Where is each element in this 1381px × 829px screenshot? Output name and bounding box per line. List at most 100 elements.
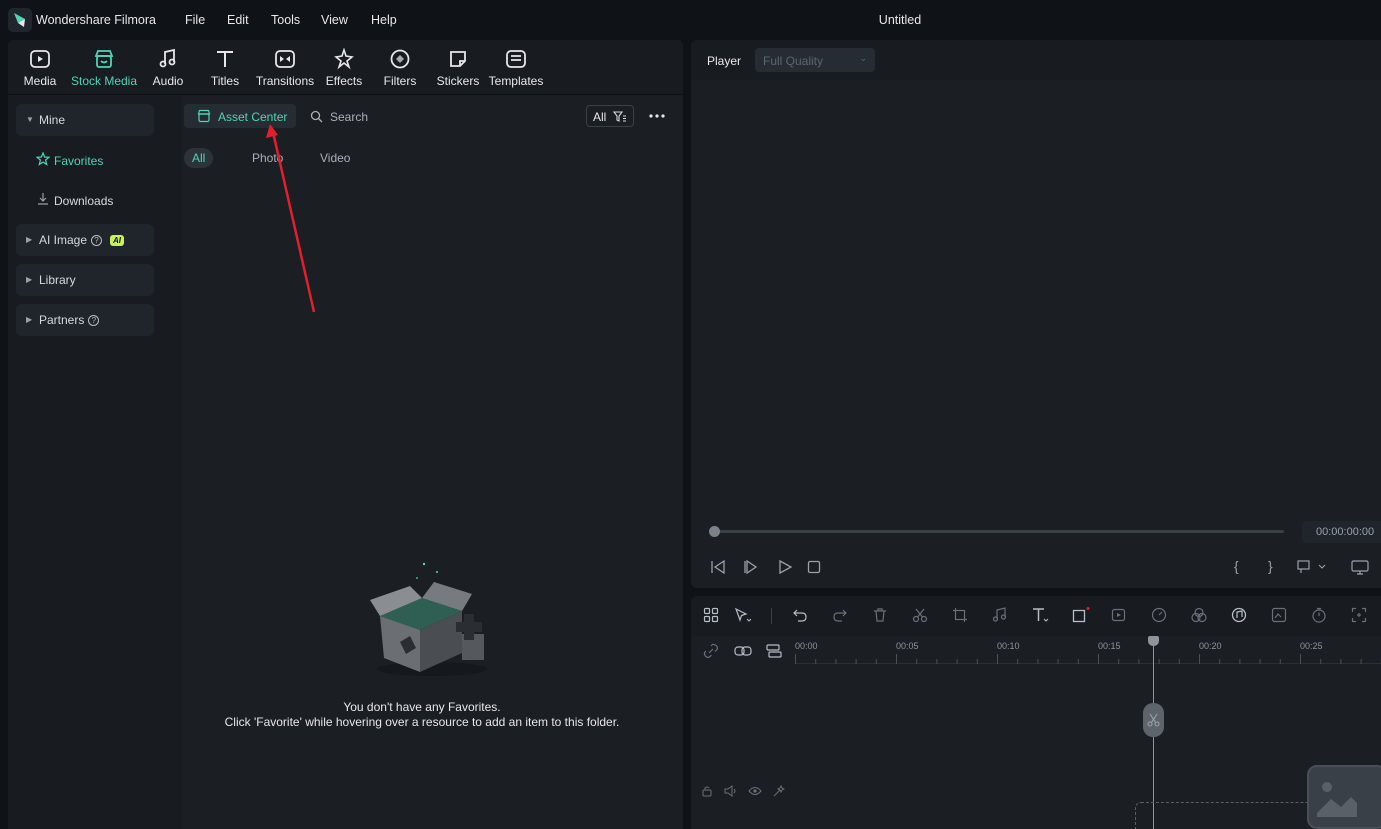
auto-reframe-icon[interactable] xyxy=(1351,607,1367,623)
window-title: Untitled xyxy=(878,13,922,27)
caret-down-icon: ▼ xyxy=(26,115,34,124)
tab-audio[interactable]: Audio xyxy=(150,46,186,92)
video-effect-icon[interactable] xyxy=(1111,607,1129,623)
chip-all[interactable]: All xyxy=(184,148,214,168)
speed-icon[interactable] xyxy=(1151,607,1169,623)
menu-help[interactable]: Help xyxy=(371,13,397,27)
sidebar-item-ai-image[interactable]: ▶ AI Image? AI xyxy=(16,224,154,256)
cut-icon[interactable] xyxy=(912,607,928,623)
text-tool-icon[interactable] xyxy=(1031,607,1049,623)
filter-dropdown[interactable]: All xyxy=(586,105,634,127)
player-label: Player xyxy=(707,54,742,68)
tab-stickers[interactable]: Stickers xyxy=(436,46,480,92)
tick-label: 00:00 xyxy=(795,641,818,651)
track-settings-icon[interactable] xyxy=(766,644,782,658)
sidebar-item-mine[interactable]: ▼ Mine xyxy=(16,104,154,136)
next-frame-icon[interactable] xyxy=(743,559,759,575)
ai-audio-icon[interactable] xyxy=(1231,607,1249,623)
timer-icon[interactable] xyxy=(1311,607,1327,623)
stop-icon[interactable] xyxy=(807,560,821,574)
timeline-ruler[interactable]: 00:00 00:05 00:10 00:15 00:20 00:25 xyxy=(691,636,1381,666)
delete-icon[interactable] xyxy=(872,607,888,623)
tab-titles[interactable]: Titles xyxy=(207,46,243,92)
stock-media-sidebar: ▼ Mine Favorites Downloads ▶ AI Image? AI… xyxy=(8,96,182,829)
media-icon xyxy=(30,50,50,68)
menu-edit[interactable]: Edit xyxy=(227,13,249,27)
menu-file[interactable]: File xyxy=(185,13,205,27)
tab-media[interactable]: Media xyxy=(20,46,60,92)
playhead-split-button[interactable] xyxy=(1143,703,1164,737)
tick-label: 00:20 xyxy=(1199,641,1222,651)
sidebar-item-library[interactable]: ▶ Library xyxy=(16,264,154,296)
tab-transitions[interactable]: Transitions xyxy=(254,46,316,92)
tab-templates[interactable]: Templates xyxy=(488,46,544,92)
filter-icon xyxy=(613,111,626,122)
star-icon xyxy=(36,152,50,166)
transitions-icon xyxy=(275,50,295,68)
search-input[interactable]: Search xyxy=(308,106,508,128)
audio-icon xyxy=(159,48,176,68)
menu-tools[interactable]: Tools xyxy=(271,13,300,27)
eye-icon[interactable] xyxy=(748,786,762,796)
player-panel: Player Full Quality ⌄ 00:00:00:00 { } xyxy=(691,40,1381,588)
scissors-icon xyxy=(1147,713,1160,727)
mark-in-icon[interactable]: { xyxy=(1234,558,1239,574)
lock-track-icon[interactable] xyxy=(701,785,713,797)
tick-label: 00:15 xyxy=(1098,641,1121,651)
store-icon xyxy=(197,109,211,123)
chevron-down-icon: ⌄ xyxy=(859,53,867,63)
play-icon[interactable] xyxy=(777,559,793,575)
tick-label: 00:05 xyxy=(896,641,919,651)
image-placeholder-icon xyxy=(1317,782,1357,817)
previous-frame-icon[interactable] xyxy=(710,559,726,575)
caret-right-icon: ▶ xyxy=(26,275,33,284)
title-bar: Wondershare Filmora File Edit Tools View… xyxy=(0,0,1381,40)
sidebar-item-partners[interactable]: ▶ Partners? xyxy=(16,304,154,336)
redo-icon[interactable] xyxy=(832,607,848,623)
media-toolbar: Media Stock Media Audio Titles Transitio… xyxy=(8,40,683,95)
stickers-icon xyxy=(450,51,466,67)
more-options-icon[interactable] xyxy=(646,106,668,126)
help-icon[interactable]: ? xyxy=(88,315,100,327)
track-effect-icon[interactable] xyxy=(772,785,785,797)
tab-effects[interactable]: Effects xyxy=(324,46,364,92)
menu-view[interactable]: View xyxy=(321,13,348,27)
help-icon[interactable]: ? xyxy=(91,235,103,247)
sidebar-item-favorites[interactable]: Favorites xyxy=(16,144,154,176)
marker-icon[interactable] xyxy=(1297,560,1327,574)
filmora-logo-icon xyxy=(8,8,32,32)
annotation-arrow xyxy=(266,124,316,313)
volume-icon[interactable] xyxy=(724,785,738,797)
mark-out-icon[interactable]: } xyxy=(1268,558,1273,574)
undo-icon[interactable] xyxy=(792,607,808,623)
templates-icon xyxy=(506,50,526,68)
partners-label: Partners xyxy=(39,313,85,327)
timecode-display: 00:00:00:00 xyxy=(1302,521,1381,543)
tab-stock-media[interactable]: Stock Media xyxy=(70,46,138,92)
sidebar-item-downloads[interactable]: Downloads xyxy=(16,184,154,216)
toolbar-divider xyxy=(771,608,772,624)
app-name: Wondershare Filmora xyxy=(36,13,156,27)
scrub-handle[interactable] xyxy=(709,526,720,537)
audio-edit-icon[interactable] xyxy=(991,607,1009,623)
playhead-handle[interactable] xyxy=(1148,636,1159,646)
select-tool-icon[interactable] xyxy=(734,607,752,623)
scrub-track[interactable] xyxy=(713,530,1284,533)
empty-state-hint: Click 'Favorite' while hovering over a r… xyxy=(224,715,620,729)
ruler-ticks xyxy=(795,654,1381,664)
unlink-icon[interactable] xyxy=(703,643,719,659)
link-icon[interactable] xyxy=(734,644,752,658)
player-header: Player Full Quality ⌄ xyxy=(691,40,1381,80)
ai-image-edit-icon[interactable] xyxy=(1271,607,1289,623)
crop-icon[interactable] xyxy=(952,607,968,623)
preview-area xyxy=(691,80,1381,510)
shape-tool-icon[interactable] xyxy=(1072,607,1090,623)
display-settings-icon[interactable] xyxy=(1351,560,1369,575)
media-panel: Media Stock Media Audio Titles Transitio… xyxy=(8,40,683,829)
tick-label: 00:25 xyxy=(1300,641,1323,651)
quality-select[interactable]: Full Quality ⌄ xyxy=(755,48,875,72)
ai-badge: AI xyxy=(110,235,125,247)
tab-filters[interactable]: Filters xyxy=(382,46,418,92)
layout-grid-icon[interactable] xyxy=(703,607,719,623)
color-icon[interactable] xyxy=(1191,607,1207,623)
